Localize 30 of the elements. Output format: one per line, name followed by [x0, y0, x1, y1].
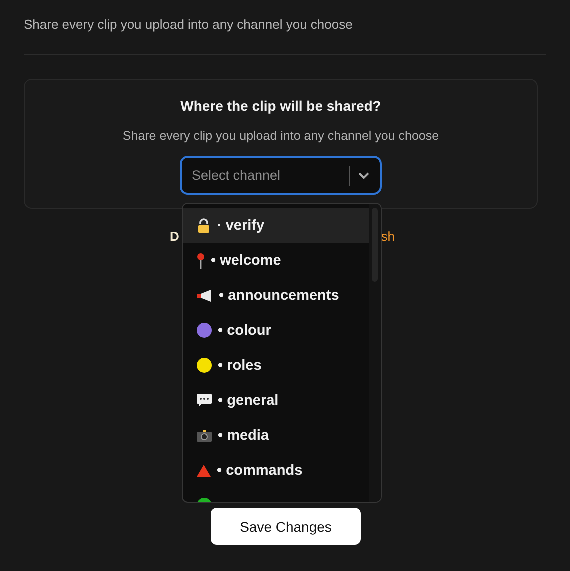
- channel-name: • commands: [217, 462, 303, 478]
- triangle-icon: [197, 464, 211, 476]
- note-text: D: [170, 229, 180, 244]
- lock-icon: [197, 218, 211, 234]
- description-text: Share every clip you upload into any channel you choose: [24, 16, 354, 34]
- channel-name: • announcements: [219, 288, 340, 304]
- channel-name: • media: [218, 428, 270, 444]
- save-button[interactable]: Save Changes: [211, 508, 361, 545]
- channel-option[interactable]: · verify: [183, 208, 369, 243]
- channel-name: · verify: [217, 218, 265, 234]
- channel-option[interactable]: • roles: [183, 348, 369, 383]
- channel-name: • welcome: [211, 252, 282, 268]
- camera-icon: [197, 430, 212, 442]
- pin-icon: [197, 252, 205, 268]
- channel-option[interactable]: • media: [183, 418, 369, 453]
- channel-name: • colour: [218, 322, 272, 338]
- note-link[interactable]: sh: [381, 229, 395, 244]
- chevron-down-icon: [358, 172, 370, 180]
- card-subtitle: Share every clip you upload into any channel you choose: [122, 128, 440, 144]
- channel-name: • roles: [218, 358, 262, 374]
- channel-option[interactable]: • welcome: [183, 243, 369, 278]
- channel-option[interactable]: • commands: [183, 453, 369, 488]
- channel-option[interactable]: • announcements: [183, 278, 369, 313]
- speech-bubble-icon: [197, 394, 212, 408]
- channel-option[interactable]: • colour: [183, 313, 369, 348]
- channel-name: • general: [218, 392, 279, 408]
- channel-select[interactable]: Select channel: [180, 156, 382, 195]
- channel-option[interactable]: • general: [183, 383, 369, 418]
- megaphone-icon: [197, 290, 213, 302]
- card-title: Where the clip will be shared?: [180, 97, 382, 115]
